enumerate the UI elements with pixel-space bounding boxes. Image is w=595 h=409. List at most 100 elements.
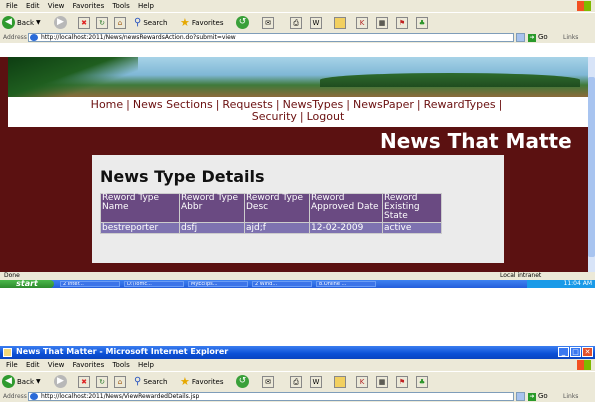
toolbar: ◀ Back ▼ ▶ ✖ ↻ ⌂ ⚲ Search ★ Favorites ↺ … — [0, 12, 595, 32]
status-bar: Done Local intranet — [0, 272, 595, 280]
maximize-button[interactable]: □ — [570, 347, 581, 357]
forward-arrow-icon: ▶ — [54, 16, 67, 29]
addon-button[interactable]: ♣ — [416, 375, 428, 388]
folder-button[interactable] — [334, 375, 346, 388]
menu-help[interactable]: Help — [138, 359, 154, 371]
refresh-button[interactable]: ↻ — [96, 16, 108, 29]
close-button[interactable]: ✕ — [582, 347, 593, 357]
edit-icon: W — [310, 375, 322, 388]
forward-arrow-icon: ▶ — [54, 375, 67, 388]
start-button[interactable]: start — [0, 280, 54, 288]
table-cell: 12-02-2009 — [309, 222, 383, 234]
forward-button[interactable]: ▶ — [54, 375, 67, 388]
history-button[interactable]: ↺ — [236, 16, 249, 29]
back-button[interactable]: ◀ Back ▼ — [2, 375, 41, 388]
print-button[interactable]: ⎙ — [290, 375, 302, 388]
menu-edit[interactable]: Edit — [26, 359, 40, 371]
taskbar-item[interactable]: 2 Inter... — [60, 281, 120, 287]
refresh-icon: ↻ — [96, 16, 108, 29]
edit-button[interactable]: W — [310, 16, 322, 29]
nav-news-paper[interactable]: NewsPaper — [353, 98, 414, 111]
ie-icon — [3, 348, 12, 357]
tools-button[interactable]: ⚑ — [396, 375, 408, 388]
table-row: bestreporter dsfj ajd;f 12-02-2009 activ… — [100, 222, 442, 234]
nav-logout[interactable]: Logout — [307, 110, 345, 123]
home-button[interactable]: ⌂ — [114, 16, 126, 29]
toolbar: ◀ Back ▼ ▶ ✖ ↻ ⌂ ⚲ Search ★ Favorites ↺ … — [0, 371, 595, 391]
messenger-button[interactable]: K — [356, 375, 368, 388]
taskbar-item[interactable]: D:\Tomc... — [124, 281, 184, 287]
research-icon: ▦ — [376, 375, 388, 388]
address-input[interactable]: http://localhost:2011/News/ViewRewardedD… — [28, 392, 514, 401]
addon-icon: ♣ — [416, 375, 428, 388]
mail-button[interactable]: ✉ — [262, 375, 274, 388]
menu-file[interactable]: File — [6, 359, 18, 371]
column-header: Reword Existing State — [382, 193, 442, 223]
edit-button[interactable]: W — [310, 375, 322, 388]
nav-security[interactable]: Security — [252, 110, 297, 123]
page-title: News Type Details — [100, 167, 265, 186]
addon-icon: ♣ — [416, 16, 428, 29]
stop-button[interactable]: ✖ — [78, 375, 90, 388]
menu-tools[interactable]: Tools — [112, 0, 129, 12]
taskbar-item[interactable]: 8.Online ... — [316, 281, 376, 287]
column-header: Reword Type Desc — [244, 193, 310, 223]
menu-view[interactable]: View — [48, 359, 65, 371]
address-input[interactable]: http://localhost:2011/News/newsRewardsAc… — [28, 33, 514, 42]
back-arrow-icon: ◀ — [2, 16, 15, 29]
folder-button[interactable] — [334, 16, 346, 29]
favorites-button[interactable]: ★ Favorites — [180, 375, 224, 388]
table-header-row: Reword Type Name Reword Type Abbr Reword… — [100, 193, 442, 223]
print-button[interactable]: ⎙ — [290, 16, 302, 29]
nav-home[interactable]: Home — [91, 98, 123, 111]
go-label: Go — [538, 33, 548, 41]
search-label: Search — [143, 18, 168, 27]
menu-view[interactable]: View — [48, 0, 65, 12]
address-dropdown-icon[interactable] — [516, 33, 525, 42]
menu-file[interactable]: File — [6, 0, 18, 12]
forward-button[interactable]: ▶ — [54, 16, 67, 29]
research-button[interactable]: ▦ — [376, 375, 388, 388]
mail-icon: ✉ — [262, 16, 274, 29]
menu-help[interactable]: Help — [138, 0, 154, 12]
title-bar: News That Matter - Microsoft Internet Ex… — [0, 346, 595, 359]
folder-icon — [334, 375, 346, 388]
links-button[interactable]: Links — [563, 393, 578, 400]
menu-favorites[interactable]: Favorites — [73, 0, 105, 12]
go-button[interactable]: ➜ Go — [528, 33, 548, 42]
address-dropdown-icon[interactable] — [516, 392, 525, 401]
table-cell: ajd;f — [244, 222, 310, 234]
search-button[interactable]: ⚲ Search — [134, 16, 167, 29]
history-button[interactable]: ↺ — [236, 375, 249, 388]
nav-news-sections[interactable]: News Sections — [133, 98, 213, 111]
addon-button[interactable]: ♣ — [416, 16, 428, 29]
go-button[interactable]: ➜ Go — [528, 392, 548, 401]
taskbar-item[interactable]: MyEclips... — [188, 281, 248, 287]
tools-button[interactable]: ⚑ — [396, 16, 408, 29]
vertical-scrollbar[interactable] — [588, 57, 595, 272]
nav-separator: | — [416, 98, 421, 111]
favorites-button[interactable]: ★ Favorites — [180, 16, 224, 29]
messenger-button[interactable]: K — [356, 16, 368, 29]
nav-separator: | — [215, 98, 220, 111]
stop-button[interactable]: ✖ — [78, 16, 90, 29]
taskbar-item[interactable]: 2 Wind... — [252, 281, 312, 287]
back-button[interactable]: ◀ Back ▼ — [2, 16, 41, 29]
links-button[interactable]: Links — [563, 34, 578, 41]
home-button[interactable]: ⌂ — [114, 375, 126, 388]
research-button[interactable]: ▦ — [376, 16, 388, 29]
mail-icon: ✉ — [262, 375, 274, 388]
nav-reward-types[interactable]: RewardTypes — [424, 98, 496, 111]
menu-favorites[interactable]: Favorites — [73, 359, 105, 371]
scrollbar-thumb[interactable] — [588, 77, 595, 257]
menu-tools[interactable]: Tools — [112, 359, 129, 371]
menu-edit[interactable]: Edit — [26, 0, 40, 12]
windows-logo-icon — [577, 1, 591, 11]
menu-bar: File Edit View Favorites Tools Help — [0, 359, 595, 371]
minimize-button[interactable]: _ — [558, 347, 569, 357]
refresh-button[interactable]: ↻ — [96, 375, 108, 388]
mail-button[interactable]: ✉ — [262, 16, 274, 29]
address-bar: Address http://localhost:2011/News/newsR… — [0, 32, 595, 43]
search-icon: ⚲ — [134, 17, 142, 28]
search-button[interactable]: ⚲ Search — [134, 375, 167, 388]
